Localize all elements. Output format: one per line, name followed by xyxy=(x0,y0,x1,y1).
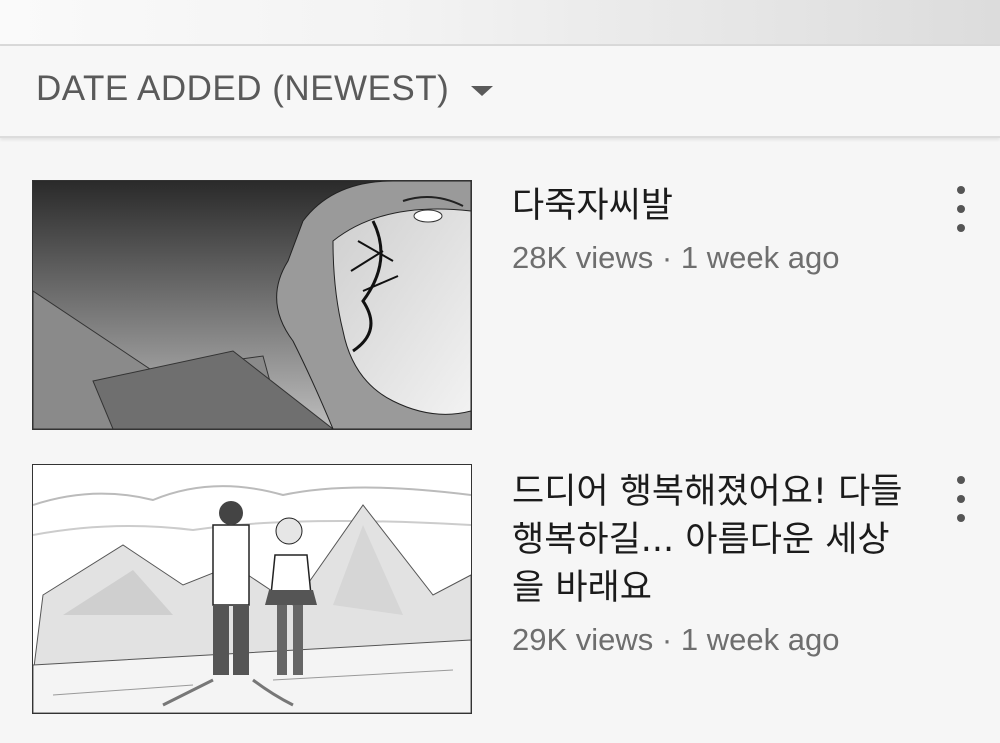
sort-label: DATE ADDED (NEWEST) xyxy=(36,69,450,108)
more-options-icon[interactable] xyxy=(950,186,972,232)
more-options-icon[interactable] xyxy=(950,476,972,522)
sort-bar: DATE ADDED (NEWEST) xyxy=(0,46,1000,138)
meta-separator: · xyxy=(661,240,673,275)
caret-down-icon xyxy=(471,86,494,96)
upload-age: 1 week ago xyxy=(680,622,840,657)
sort-dropdown[interactable]: DATE ADDED (NEWEST) xyxy=(36,64,494,114)
video-thumbnail[interactable] xyxy=(32,180,472,430)
video-title[interactable]: 드디어 행복해졌어요! 다들 행복하길... 아름다운 세상을 바래요 xyxy=(512,468,912,612)
video-title[interactable]: 다죽자씨발 xyxy=(512,182,912,230)
view-count: 28K views xyxy=(512,240,654,275)
app-top-bar xyxy=(0,0,1000,46)
video-thumbnail[interactable] xyxy=(32,464,472,714)
meta-separator: · xyxy=(661,622,673,657)
view-count: 29K views xyxy=(512,622,654,657)
thumbnail-image xyxy=(33,465,471,713)
upload-age: 1 week ago xyxy=(680,240,840,275)
video-meta: 29K views · 1 week ago xyxy=(512,622,839,658)
thumbnail-image xyxy=(33,181,471,429)
video-meta: 28K views · 1 week ago xyxy=(512,240,839,276)
